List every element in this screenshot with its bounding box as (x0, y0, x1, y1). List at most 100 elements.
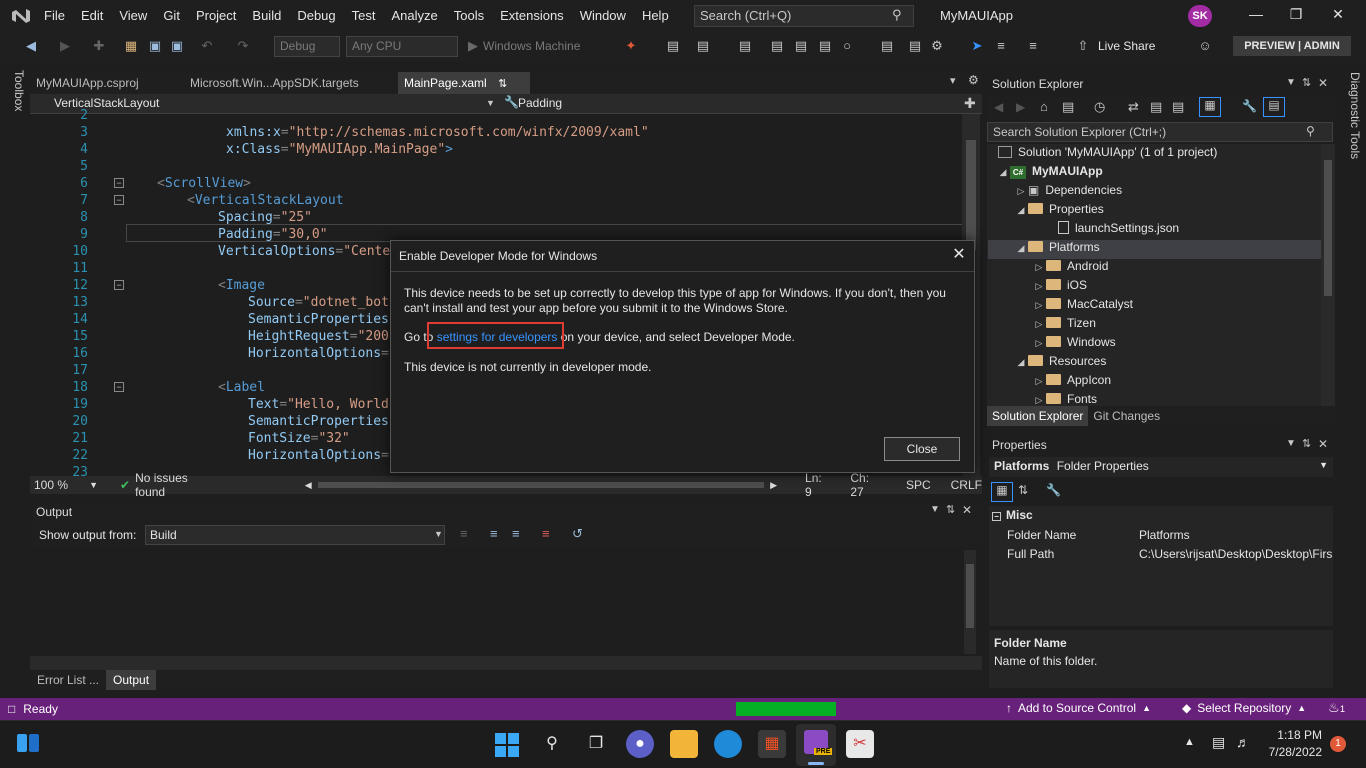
filter-icon[interactable]: ▦ (1199, 97, 1221, 117)
collapsed-caret-icon[interactable]: ▷ (1032, 338, 1046, 349)
notification-badge[interactable]: 1 (1330, 736, 1346, 752)
chat-icon[interactable]: ○ (838, 38, 856, 56)
expanded-caret-icon[interactable]: ◢ (1014, 357, 1028, 368)
menu-git[interactable]: Git (155, 0, 188, 32)
user-avatar[interactable]: SK (1188, 5, 1212, 27)
task-view-icon[interactable]: ❐ (582, 730, 610, 758)
property-pages-icon[interactable]: 🔧 (1046, 483, 1061, 497)
snipping-tool-icon[interactable]: ✂ (846, 730, 874, 758)
panel-close-icon[interactable]: ✕ (1318, 76, 1328, 90)
collapse-icon[interactable]: − (992, 512, 1001, 521)
home-icon[interactable]: ⌂ (1040, 99, 1048, 114)
align-right-icon[interactable]: ≡ (1024, 38, 1042, 56)
line-ending-indicator[interactable]: CRLF (951, 478, 982, 492)
menu-test[interactable]: Test (344, 0, 384, 32)
device-icon[interactable]: ▤ (906, 38, 924, 56)
tab-error-list[interactable]: Error List ... (30, 673, 106, 687)
tab-mainpage-xaml[interactable]: MainPage.xaml ⇅ ✕ (398, 72, 530, 113)
save-all-icon[interactable]: ▣ (168, 38, 186, 56)
find-message-icon[interactable]: ≡ (460, 526, 468, 541)
expanded-caret-icon[interactable]: ◢ (1014, 243, 1028, 254)
clock-date[interactable]: 7/28/2022 (1256, 745, 1322, 759)
element-dropdown[interactable]: VerticalStackLayout (34, 95, 496, 113)
menu-analyze[interactable]: Analyze (383, 0, 445, 32)
run-target-label[interactable]: Windows Machine (483, 39, 580, 53)
pin-icon[interactable]: ⇅ (1302, 437, 1311, 450)
menu-help[interactable]: Help (634, 0, 677, 32)
window-close-icon[interactable]: ✕ (1328, 6, 1348, 26)
clear-all-icon[interactable]: ≡ (542, 526, 550, 541)
screenshot-icon[interactable]: ▤ (816, 38, 834, 56)
collapsed-caret-icon[interactable]: ▷ (1032, 395, 1046, 406)
platform-combo[interactable]: Any CPU (346, 36, 458, 57)
diagnostic-tools-tab[interactable]: Diagnostic Tools (1342, 72, 1362, 172)
global-search-input[interactable]: Search (Ctrl+Q) (694, 5, 914, 27)
menu-view[interactable]: View (111, 0, 155, 32)
properties-wrench-icon[interactable]: 🔧 (1242, 99, 1257, 113)
split-icon[interactable]: ✚ (964, 95, 976, 112)
collapsed-caret-icon[interactable]: ▷ (1032, 376, 1046, 387)
word-wrap-icon[interactable]: ↺ (572, 526, 583, 542)
notification-bell-icon[interactable]: ♨ (1328, 700, 1340, 716)
menu-build[interactable]: Build (244, 0, 289, 32)
monitor-icon[interactable]: ▤ (878, 38, 896, 56)
tab-targets[interactable]: Microsoft.Win...AppSDK.targets (184, 72, 365, 94)
panel-close-icon[interactable]: ✕ (1318, 437, 1328, 451)
select-repository-button[interactable]: ◆ Select Repository ▲ (1182, 701, 1306, 715)
properties-object-selector[interactable]: Platforms Folder Properties ▼ (989, 457, 1333, 477)
tree-item-windows[interactable]: ▷ Windows (1032, 335, 1116, 354)
tab-csproj[interactable]: MyMAUIApp.csproj (30, 72, 145, 94)
back-icon[interactable]: ◀ (994, 100, 1003, 114)
collapse-all-icon[interactable]: ▤ (1150, 99, 1162, 115)
widgets-icon[interactable] (16, 732, 40, 754)
volume-icon[interactable]: ♬ (1236, 734, 1250, 750)
start-icon[interactable] (494, 732, 520, 758)
panel-menu-icon[interactable]: ▼ (1286, 438, 1296, 449)
tree-item-resources[interactable]: ◢ Resources (1014, 354, 1107, 373)
pending-changes-icon[interactable]: ◷ (1094, 99, 1105, 115)
redo-icon[interactable]: ↷ (234, 38, 252, 56)
tree-item-appicon[interactable]: ▷ AppIcon (1032, 373, 1112, 392)
output-content[interactable] (30, 548, 982, 656)
forward-icon[interactable]: ▶ (1016, 100, 1025, 114)
output-scroll-thumb[interactable] (966, 564, 974, 628)
collapsed-caret-icon[interactable]: ▷ (1032, 300, 1046, 311)
chat-app-icon[interactable]: ● (626, 730, 654, 758)
collapse-icon[interactable]: − (114, 280, 124, 290)
property-dropdown[interactable]: Padding (502, 95, 962, 113)
settings-icon[interactable]: ⚙ (928, 38, 946, 56)
next-message-icon[interactable]: ≡ (512, 526, 520, 541)
spaces-indicator[interactable]: SPC (906, 478, 931, 492)
show-all-files-icon[interactable]: ▤ (1172, 99, 1184, 115)
collapsed-caret-icon[interactable]: ▷ (1032, 262, 1046, 273)
dialog-close-icon[interactable]: ✕ (949, 245, 969, 265)
hot-reload-icon[interactable]: ✦ (622, 38, 640, 56)
categorized-icon[interactable]: ▦ (991, 482, 1013, 502)
switch-view-icon[interactable]: ▤ (1062, 99, 1074, 115)
menu-tools[interactable]: Tools (446, 0, 492, 32)
chevron-down-icon[interactable]: ▼ (434, 529, 443, 539)
editor-scroll-thumb[interactable] (966, 140, 976, 250)
tree-item-launchsettings[interactable]: launchSettings.json (1058, 221, 1179, 240)
menu-window[interactable]: Window (572, 0, 634, 32)
back-icon[interactable]: ◀ (22, 38, 40, 56)
minimize-icon[interactable]: — (1246, 6, 1266, 26)
tree-item-solution[interactable]: Solution 'MyMAUIApp' (1 of 1 project) (998, 145, 1217, 164)
tree-item-fonts[interactable]: ▷ Fonts (1032, 392, 1097, 406)
window-layout-icon[interactable]: ▤ (736, 38, 754, 56)
file-explorer-icon[interactable] (670, 730, 698, 758)
collapse-icon[interactable]: − (114, 382, 124, 392)
collapsed-caret-icon[interactable]: ▷ (1014, 186, 1028, 197)
undo-icon[interactable]: ↶ (198, 38, 216, 56)
restore-icon[interactable]: ❐ (1286, 6, 1306, 26)
forward-icon[interactable]: ▶ (56, 38, 74, 56)
property-row[interactable]: Full Path C:\Users\rijsat\Desktop\Deskto… (1003, 545, 1333, 563)
collapsed-caret-icon[interactable]: ▷ (1032, 281, 1046, 292)
expanded-caret-icon[interactable]: ◢ (1014, 205, 1028, 216)
tab-dropdown-icon[interactable]: ▾ (950, 74, 956, 87)
solution-search-input[interactable]: Search Solution Explorer (Ctrl+;) (987, 122, 1333, 142)
menu-edit[interactable]: Edit (73, 0, 111, 32)
tree-item-android[interactable]: ▷ Android (1032, 259, 1109, 278)
menu-extensions[interactable]: Extensions (492, 0, 572, 32)
visual-studio-taskbar-button[interactable]: PRE (796, 724, 836, 766)
